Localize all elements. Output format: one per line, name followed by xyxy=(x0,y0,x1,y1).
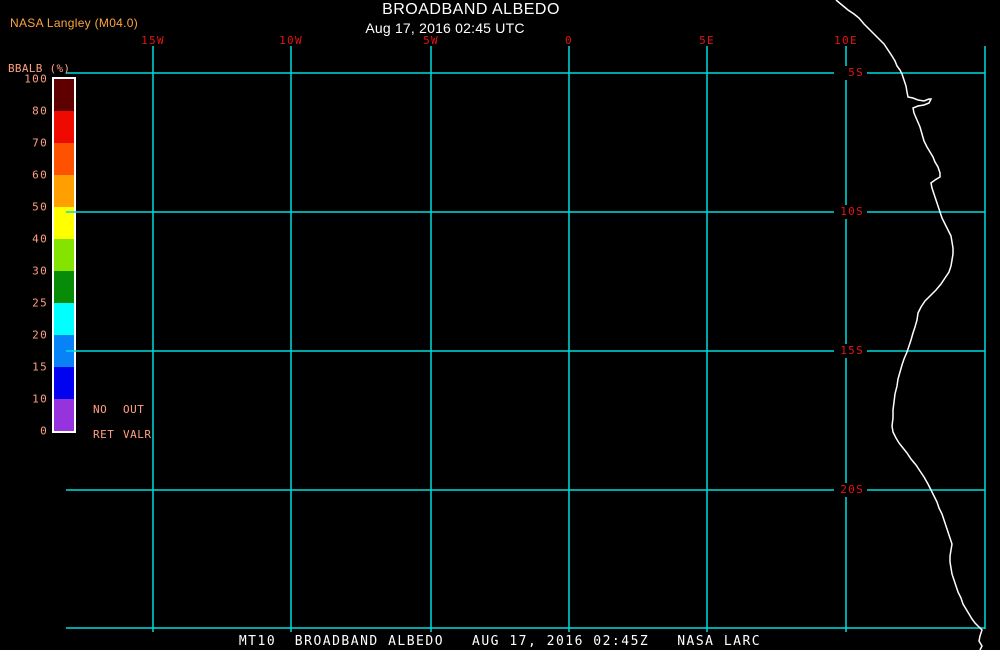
colorbar-tick-label: 30 xyxy=(32,264,48,278)
longitude-label: 5W xyxy=(423,34,439,47)
longitude-label: 0 xyxy=(565,34,573,47)
latitude-label: 20S xyxy=(834,483,867,497)
colorbar-tick-label: 40 xyxy=(32,232,48,246)
colorbar-tick-label: 10 xyxy=(32,392,48,406)
colorbar-tick-label: 0 xyxy=(40,424,48,438)
status-bar-text: MT10 BROADBAND ALBEDO AUG 17, 2016 02:45… xyxy=(238,634,762,649)
colorbar-tick-label: 100 xyxy=(24,72,48,86)
colorbar-tick-label: 20 xyxy=(32,328,48,342)
latitude-label: 15S xyxy=(834,344,867,358)
longitude-label: 5E xyxy=(699,34,715,47)
longitude-label: 10W xyxy=(279,34,303,47)
colorbar-tick-label: 80 xyxy=(32,104,48,118)
flag-label-out: OUT xyxy=(123,403,145,416)
map-canvas xyxy=(66,0,986,650)
latitude-label: 5S xyxy=(834,66,867,80)
flag-label-ret: RET xyxy=(93,428,115,441)
longitude-label: 15W xyxy=(141,34,165,47)
albedo-map-screen: NASA Langley (M04.0) BROADBAND ALBEDO Au… xyxy=(0,0,1000,650)
longitude-label: 10E xyxy=(834,34,858,47)
coastline-path xyxy=(835,0,983,650)
colorbar-tick-label: 15 xyxy=(32,360,48,374)
colorbar-tick-label: 60 xyxy=(32,168,48,182)
flag-label-valr: VALR xyxy=(123,428,152,441)
colorbar-tick-label: 70 xyxy=(32,136,48,150)
colorbar-tick-label: 50 xyxy=(32,200,48,214)
latitude-label: 10S xyxy=(834,205,867,219)
flag-label-no: NO xyxy=(93,403,108,416)
colorbar-tick-label: 25 xyxy=(32,296,48,310)
